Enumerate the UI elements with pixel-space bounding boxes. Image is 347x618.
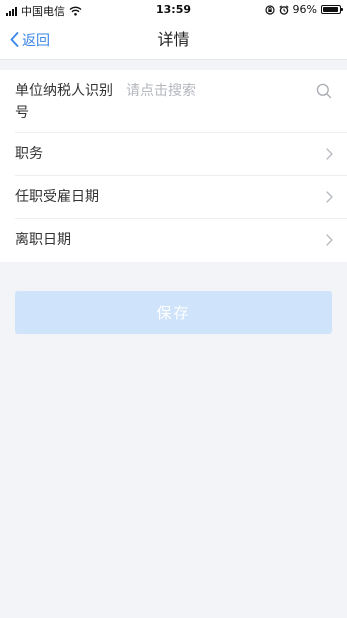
battery-level (323, 7, 338, 12)
alarm-icon (278, 4, 289, 15)
chevron-right-icon (326, 191, 333, 203)
battery-icon (321, 5, 343, 14)
battery-percent: 96% (292, 3, 317, 16)
orientation-lock-icon (264, 4, 275, 15)
page-title: 详情 (157, 30, 190, 49)
detail-form: 单位纳税人识别号 职务 任职受雇日期 离职日期 (0, 70, 347, 262)
chevron-right-icon (326, 148, 333, 160)
search-icon[interactable] (316, 83, 332, 99)
leave-date-label: 离职日期 (15, 232, 71, 248)
chevron-right-icon (326, 234, 333, 246)
employment-date-label: 任职受雇日期 (15, 189, 99, 205)
navigation-bar: 返回 详情 (0, 20, 347, 60)
save-button[interactable]: 保存 (15, 291, 332, 334)
position-row[interactable]: 职务 (15, 133, 347, 176)
position-label: 职务 (15, 146, 43, 162)
status-right: 96% (264, 3, 343, 16)
employment-date-row[interactable]: 任职受雇日期 (15, 176, 347, 219)
tax-id-search-input[interactable] (126, 80, 306, 102)
tax-id-row[interactable]: 单位纳税人识别号 (15, 70, 347, 133)
leave-date-row[interactable]: 离职日期 (15, 219, 347, 262)
tax-id-label: 单位纳税人识别号 (15, 83, 113, 121)
status-bar: 中国电信 13:59 96% (0, 0, 347, 20)
